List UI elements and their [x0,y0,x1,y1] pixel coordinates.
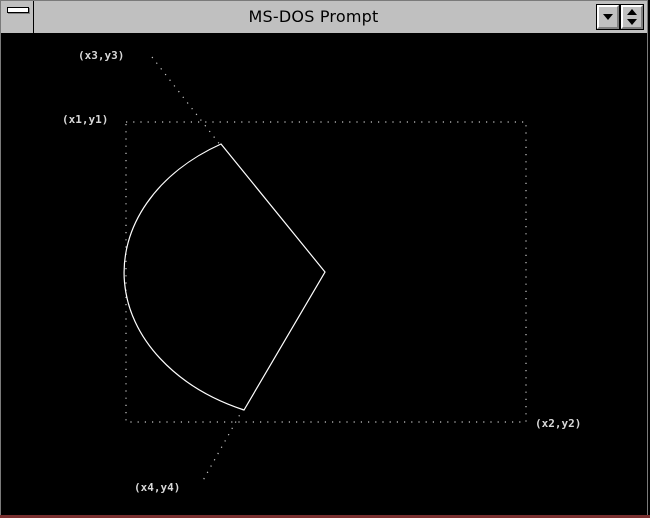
up-down-arrow-icon [627,9,637,25]
pie-slice-diagram [123,56,527,485]
system-menu-button[interactable] [1,1,34,33]
ms-dos-prompt-window: MS-DOS Prompt (x3,y3) (x1,y1) (x2,y2) (x… [0,0,648,516]
window-title: MS-DOS Prompt [248,7,379,26]
label-x1-y1: (x1,y1) [62,113,109,126]
pie-slice-shape [123,143,326,411]
end-angle-guide [200,408,244,485]
label-x4-y4: (x4,y4) [134,481,181,494]
down-arrow-icon [603,14,613,20]
minimize-button[interactable] [596,4,620,30]
dos-graphics-area: (x3,y3) (x1,y1) (x2,y2) (x4,y4) [1,34,647,515]
title-bar[interactable]: MS-DOS Prompt [1,1,647,34]
system-menu-icon [7,7,29,13]
label-x2-y2: (x2,y2) [535,417,582,430]
restore-button[interactable] [620,4,644,30]
bounding-rectangle [125,121,527,423]
label-x3-y3: (x3,y3) [78,49,125,62]
start-angle-guide [151,56,222,147]
